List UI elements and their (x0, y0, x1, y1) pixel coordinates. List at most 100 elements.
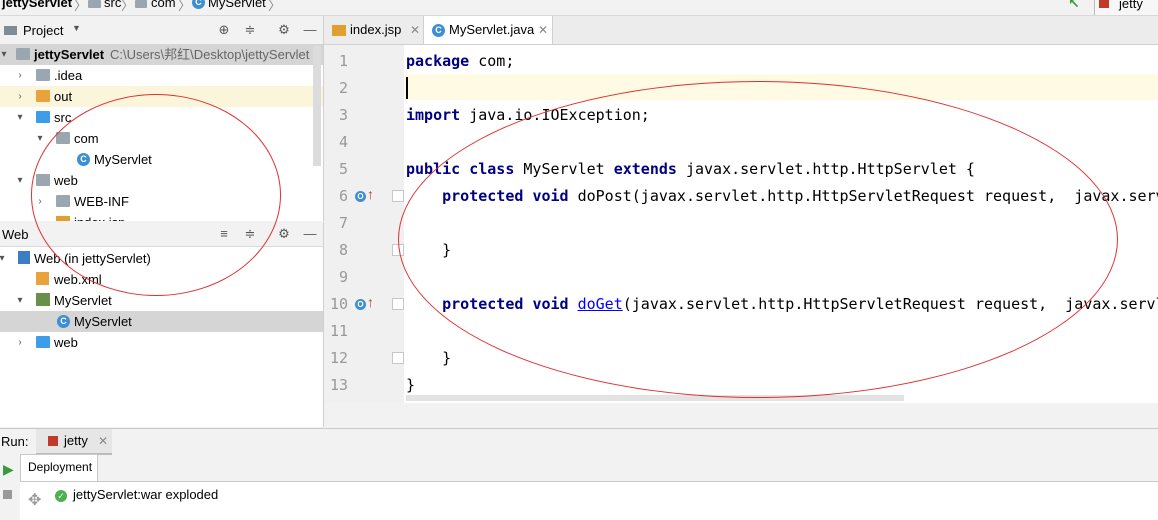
deploy-icon[interactable]: ✥ (28, 490, 41, 510)
tree-label: web (54, 335, 78, 350)
web-tree-web-root[interactable]: › web (0, 332, 323, 353)
deployment-tab[interactable]: Deployment (20, 454, 98, 481)
tree-label: Web (in jettyServlet) (34, 251, 151, 266)
run-config-selector[interactable]: jetty (1094, 0, 1158, 15)
tab-label: MyServlet.java (449, 22, 535, 37)
code-text: javax.servlet.http.HttpServlet { (676, 160, 975, 178)
close-icon[interactable]: ✕ (538, 16, 548, 44)
vertical-scrollbar[interactable] (313, 46, 321, 166)
fold-marker-icon[interactable] (392, 190, 404, 202)
web-panel-title[interactable]: Web (2, 227, 29, 242)
web-tree-web-xml[interactable]: web.xml (0, 269, 323, 290)
deployment-content: ✥ ✓ jettyServlet:war exploded (20, 481, 1158, 520)
breadcrumb-separator: 〉 (121, 0, 135, 13)
line-number: 10 (329, 295, 348, 313)
run-tab-jetty[interactable]: jetty ✕ (36, 429, 112, 455)
locate-icon[interactable]: ⊕ (216, 22, 232, 38)
code-line-5: public class MyServlet extends javax.ser… (406, 160, 975, 178)
collapse-all-icon[interactable]: ≑ (242, 226, 258, 242)
code-editor[interactable]: 1 2 3 4 5 6 7 8 9 10 11 12 13 O ↑ O ↑ pa… (324, 45, 1158, 403)
fold-marker-icon[interactable] (392, 244, 404, 256)
code-line-10: protected void doGet(javax.servlet.http.… (406, 295, 1158, 313)
folder-icon (56, 195, 70, 207)
tree-row-src[interactable]: ▾ src (0, 107, 323, 128)
tree-row-myservlet[interactable]: C MyServlet (0, 149, 323, 170)
arrow-up-icon[interactable]: ↑ (367, 187, 375, 201)
chevron-right-icon[interactable]: › (14, 86, 26, 107)
tree-label: src (54, 110, 72, 125)
tree-label: MyServlet (94, 152, 152, 167)
tree-row-out[interactable]: › out (0, 86, 323, 107)
breadcrumb-separator: 〉 (178, 0, 192, 13)
breadcrumb-src[interactable]: src (104, 0, 121, 10)
chevron-right-icon[interactable]: › (34, 191, 46, 212)
web-tree-servlet-node[interactable]: ▾ MyServlet (0, 290, 323, 311)
navigation-bar: jettyServlet 〉 src 〉 com 〉 C MyServlet 〉… (0, 0, 1158, 16)
tree-label: MyServlet (74, 314, 132, 329)
fold-marker-icon[interactable] (392, 352, 404, 364)
tree-row-web[interactable]: ▾ web (0, 170, 323, 191)
tree-row-com[interactable]: ▾ com (0, 128, 323, 149)
breadcrumb-separator: 〉 (268, 0, 282, 13)
overrides-method-icon[interactable]: O (355, 299, 366, 310)
method-link[interactable]: doGet (578, 295, 623, 313)
web-tree-root[interactable]: ▾ Web (in jettyServlet) (0, 248, 323, 269)
tree-label: web.xml (54, 272, 102, 287)
tree-label: out (54, 89, 73, 104)
code-line-12: } (406, 349, 451, 367)
chevron-down-icon[interactable]: ▾ (0, 44, 10, 65)
line-number: 8 (338, 241, 348, 259)
breadcrumb-myservlet[interactable]: MyServlet (208, 0, 266, 10)
line-number: 1 (338, 52, 348, 70)
build-hammer-icon[interactable]: ↖ (1068, 0, 1080, 12)
tree-row-idea[interactable]: › .idea (0, 65, 323, 86)
horizontal-scrollbar[interactable] (406, 395, 904, 401)
tree-row-index-jsp[interactable]: index.jsp (0, 212, 323, 221)
chevron-down-icon[interactable]: ▾ (34, 128, 46, 149)
line-number: 13 (329, 376, 348, 394)
line-number: 9 (338, 268, 348, 286)
tree-label: WEB-INF (74, 194, 129, 209)
close-icon[interactable]: ✕ (410, 16, 420, 44)
close-icon[interactable]: ✕ (98, 434, 108, 448)
line-number: 5 (338, 160, 348, 178)
gear-icon[interactable]: ⚙ (276, 226, 292, 242)
breadcrumb-com[interactable]: com (151, 0, 176, 10)
tree-row-web-inf[interactable]: › WEB-INF (0, 191, 323, 212)
deployment-status[interactable]: jettyServlet:war exploded (73, 487, 218, 502)
gear-icon[interactable]: ⚙ (276, 22, 292, 38)
run-icon[interactable]: ▶ (3, 461, 14, 478)
chevron-down-icon[interactable]: ▾ (0, 248, 8, 269)
overrides-method-icon[interactable]: O (355, 191, 366, 202)
chevron-down-icon[interactable]: ▼ (72, 23, 81, 33)
text-caret (406, 77, 408, 99)
stop-icon[interactable] (3, 490, 12, 499)
web-tool-window: Web ≡ ≑ ⚙ — ▾ Web (in jettyServlet) web.… (0, 222, 324, 427)
run-tab-label: jetty (64, 433, 88, 448)
web-tree-servlet-class[interactable]: C MyServlet (0, 311, 323, 332)
hide-icon[interactable]: — (302, 226, 318, 242)
chevron-down-icon[interactable]: ▾ (14, 107, 26, 128)
chevron-down-icon[interactable]: ▾ (14, 170, 26, 191)
jsp-file-icon (332, 25, 346, 36)
arrow-up-icon[interactable]: ↑ (367, 295, 375, 309)
chevron-down-icon[interactable]: ▾ (14, 290, 26, 311)
tab-index-jsp[interactable]: index.jsp ✕ (328, 16, 420, 44)
collapse-all-icon[interactable]: ≑ (242, 22, 258, 38)
chevron-right-icon[interactable]: › (14, 65, 26, 86)
line-number: 12 (329, 349, 348, 367)
project-panel-title[interactable]: Project (23, 23, 63, 38)
tab-myservlet-java[interactable]: C MyServlet.java ✕ (423, 16, 553, 44)
code-text: } (442, 349, 452, 367)
tree-row-project-root[interactable]: ▾ jettyServlet C:\Users\邦红\Desktop\jetty… (0, 44, 323, 65)
module-folder-icon (16, 48, 30, 60)
breadcrumb-project[interactable]: jettyServlet (2, 0, 72, 10)
code-line-6: protected void doPost(javax.servlet.http… (406, 187, 1158, 205)
hide-icon[interactable]: — (302, 22, 318, 38)
keyword: public (406, 160, 461, 178)
expand-all-icon[interactable]: ≡ (216, 226, 232, 242)
fold-marker-icon[interactable] (392, 298, 404, 310)
keyword: import (406, 106, 461, 124)
jsp-file-icon (56, 216, 70, 221)
chevron-right-icon[interactable]: › (14, 332, 26, 353)
